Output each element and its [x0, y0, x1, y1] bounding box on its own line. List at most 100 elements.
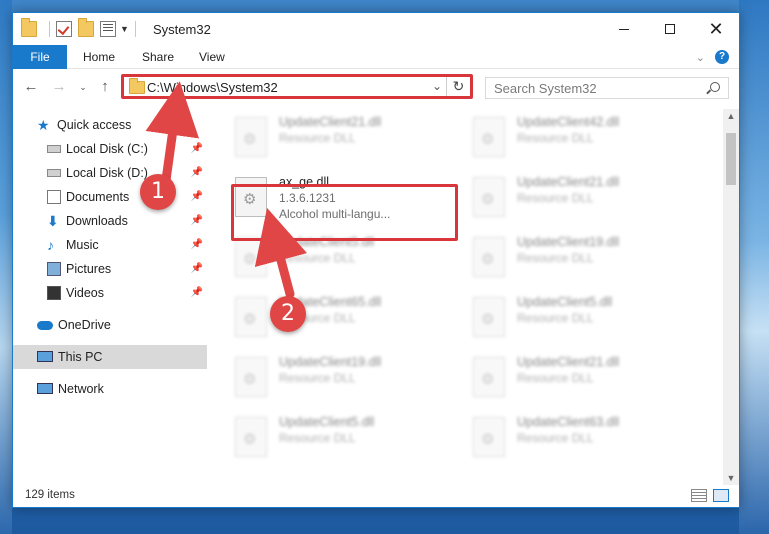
- help-icon[interactable]: ?: [715, 50, 729, 64]
- file-item[interactable]: UpdateClient21.dll Resource DLL: [469, 171, 689, 225]
- address-path[interactable]: C:\Windows\System32: [147, 80, 278, 95]
- title-bar: ▼ System32 ✕: [13, 13, 739, 45]
- sidebar-item-onedrive[interactable]: OneDrive: [13, 313, 207, 337]
- dll-file-icon: [473, 417, 505, 457]
- folder-icon[interactable]: [21, 18, 37, 37]
- pictures-icon: [47, 262, 61, 276]
- music-icon: ♪: [47, 237, 54, 253]
- status-bar: 129 items: [13, 485, 739, 507]
- videos-icon: [47, 286, 61, 300]
- pin-icon[interactable]: 📌: [191, 185, 203, 209]
- sidebar-item-music[interactable]: ♪ Music 📌: [13, 233, 207, 257]
- pin-icon[interactable]: 📌: [191, 281, 203, 305]
- pin-icon[interactable]: 📌: [191, 161, 203, 185]
- sidebar-item-downloads[interactable]: ⬇ Downloads 📌: [13, 209, 207, 233]
- pin-icon[interactable]: 📌: [191, 137, 203, 161]
- cloud-icon: [37, 321, 53, 330]
- back-button[interactable]: ←: [21, 77, 41, 97]
- scroll-down-arrow-icon[interactable]: ▼: [723, 471, 739, 485]
- file-explorer-window: ▼ System32 ✕ File Home Share View ⌄ ? ← …: [12, 12, 740, 508]
- file-item[interactable]: UpdateClient63.dll Resource DLL: [469, 411, 689, 465]
- file-item[interactable]: UpdateClient5.dll Resource DLL: [469, 291, 689, 345]
- file-item[interactable]: UpdateClient5.dll Resource DLL: [231, 411, 451, 465]
- sidebar-item-this-pc[interactable]: This PC: [13, 345, 207, 369]
- properties-check-icon[interactable]: [56, 21, 72, 37]
- file-type: Resource DLL: [517, 371, 594, 385]
- customize-toolbar-dropdown-icon[interactable]: ▼: [120, 24, 129, 34]
- toolbar-separator: [134, 21, 136, 37]
- search-placeholder[interactable]: Search System32: [494, 81, 597, 96]
- dll-file-icon: [473, 117, 505, 157]
- scroll-up-arrow-icon[interactable]: ▲: [723, 109, 739, 123]
- file-type: Resource DLL: [279, 431, 356, 445]
- sidebar-item-local-disk-d[interactable]: Local Disk (D:) 📌: [13, 161, 207, 185]
- documents-icon: [47, 190, 61, 204]
- drive-icon: [47, 145, 61, 153]
- up-button[interactable]: ↑: [95, 77, 115, 97]
- forward-button[interactable]: →: [49, 77, 69, 97]
- file-item[interactable]: UpdateClient19.dll Resource DLL: [469, 231, 689, 285]
- large-icons-view-icon[interactable]: [713, 489, 729, 502]
- details-view-icon[interactable]: [691, 489, 707, 502]
- sidebar-item-label: Local Disk (D:): [66, 166, 148, 180]
- recent-locations-dropdown[interactable]: ⌄: [73, 77, 93, 97]
- pin-icon[interactable]: 📌: [191, 209, 203, 233]
- address-dropdown-icon[interactable]: ⌄: [432, 79, 442, 93]
- dll-file-icon: [473, 177, 505, 217]
- pin-icon[interactable]: 📌: [191, 257, 203, 281]
- minimize-icon: [619, 28, 629, 30]
- tab-view[interactable]: View: [187, 45, 237, 69]
- desktop-background-right: [739, 0, 769, 534]
- sidebar-item-pictures[interactable]: Pictures 📌: [13, 257, 207, 281]
- computer-icon: [37, 351, 53, 362]
- file-name: UpdateClient21.dll: [517, 355, 620, 369]
- file-item[interactable]: UpdateClient65.dll Resource DLL: [231, 291, 451, 345]
- address-folder-icon: [129, 78, 145, 94]
- file-name: UpdateClient63.dll: [517, 415, 620, 429]
- address-bar[interactable]: C:\Windows\System32 ⌄ ↻: [121, 74, 473, 99]
- navigation-pane: ★ Quick access Local Disk (C:) 📌 Local D…: [13, 113, 207, 483]
- star-icon: ★: [37, 117, 50, 133]
- file-item[interactable]: UpdateClient21.dll Resource DLL: [231, 111, 451, 165]
- sidebar-item-videos[interactable]: Videos 📌: [13, 281, 207, 305]
- expand-ribbon-chevron-icon[interactable]: ⌄: [696, 51, 705, 64]
- sidebar-item-documents[interactable]: Documents 📌: [13, 185, 207, 209]
- tab-share[interactable]: Share: [130, 45, 186, 69]
- sidebar-item-label: Quick access: [57, 118, 132, 132]
- properties-icon[interactable]: [100, 21, 116, 37]
- file-item[interactable]: UpdateClient19.dll Resource DLL: [231, 351, 451, 405]
- file-item[interactable]: UpdateClient42.dll Resource DLL: [469, 111, 689, 165]
- file-name: UpdateClient19.dll: [517, 235, 620, 249]
- ribbon-controls: ⌄ ?: [696, 50, 729, 64]
- sidebar-item-local-disk-c[interactable]: Local Disk (C:) 📌: [13, 137, 207, 161]
- sidebar-item-label: Music: [66, 238, 99, 252]
- search-box[interactable]: Search System32: [485, 77, 729, 99]
- scrollbar-thumb[interactable]: [726, 133, 736, 185]
- tab-file[interactable]: File: [13, 45, 67, 69]
- file-highlight-box: [231, 184, 458, 241]
- close-button[interactable]: ✕: [693, 13, 739, 45]
- desktop-background-left: [0, 0, 12, 534]
- file-type: Resource DLL: [279, 131, 356, 145]
- dll-file-icon: [235, 297, 267, 337]
- search-icon[interactable]: [710, 82, 720, 92]
- tab-home[interactable]: Home: [71, 45, 127, 69]
- dll-file-icon: [235, 417, 267, 457]
- sidebar-item-quick-access[interactable]: ★ Quick access: [13, 113, 207, 137]
- maximize-button[interactable]: [647, 13, 693, 45]
- file-item[interactable]: UpdateClient21.dll Resource DLL: [469, 351, 689, 405]
- refresh-button[interactable]: ↻: [446, 77, 470, 96]
- new-folder-icon[interactable]: [78, 18, 94, 37]
- sidebar-item-network[interactable]: Network: [13, 377, 207, 401]
- file-type: Resource DLL: [279, 371, 356, 385]
- pin-icon[interactable]: 📌: [191, 233, 203, 257]
- toolbar-separator: [49, 21, 50, 37]
- minimize-button[interactable]: [601, 13, 647, 45]
- sidebar-item-label: Documents: [66, 190, 130, 204]
- item-count: 129 items: [25, 489, 75, 501]
- dll-file-icon: [235, 237, 267, 277]
- dll-file-icon: [235, 117, 267, 157]
- file-type: Resource DLL: [517, 251, 594, 265]
- vertical-scrollbar[interactable]: ▲ ▼: [723, 109, 739, 485]
- file-name: UpdateClient5.dll: [279, 415, 375, 429]
